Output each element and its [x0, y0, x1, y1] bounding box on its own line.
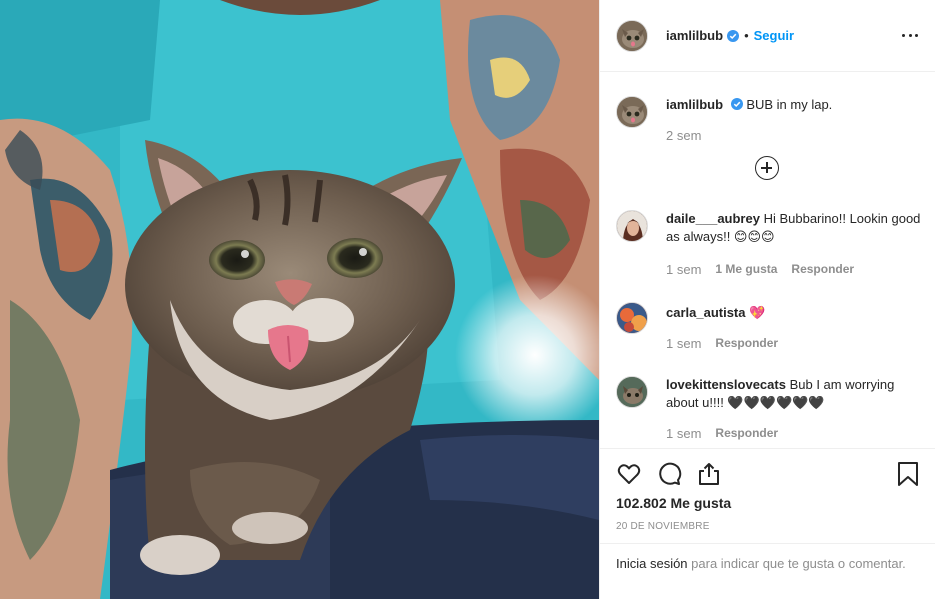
more-dot — [915, 33, 918, 37]
avatar[interactable] — [616, 19, 648, 52]
post-header: iamlilbub • Seguir — [600, 0, 935, 72]
author-username[interactable]: iamlilbub — [666, 28, 723, 43]
comment-text: 💖 — [749, 305, 766, 320]
caption-body: iamlilbub BUB in my lap. — [666, 96, 922, 114]
load-more-comments-button[interactable] — [755, 156, 779, 180]
login-prompt: Inicia sesión para indicar que te gusta … — [600, 543, 935, 599]
likes-count[interactable]: 102.802 Me gusta — [616, 495, 731, 511]
author-avatar-image — [617, 20, 647, 51]
caption-username[interactable]: iamlilbub — [666, 97, 723, 112]
bookmark-icon[interactable] — [896, 461, 920, 487]
commenter-avatar-image — [617, 377, 647, 407]
comment-item: lovekittenslovecats Bub I am worrying ab… — [616, 376, 922, 441]
author-avatar-image — [617, 97, 647, 127]
verified-badge-icon — [727, 29, 740, 42]
heart-icon[interactable] — [616, 461, 642, 487]
avatar[interactable] — [616, 210, 648, 242]
reply-button[interactable]: Responder — [715, 336, 778, 351]
comments-section[interactable]: iamlilbub BUB in my lap. 2 sem daile___a… — [600, 72, 935, 448]
avatar[interactable] — [616, 96, 648, 128]
comment-meta: 1 sem 1 Me gusta Responder — [666, 262, 922, 277]
avatar[interactable] — [616, 302, 648, 334]
caption-comment: iamlilbub BUB in my lap. 2 sem — [616, 96, 922, 143]
comment-body: lovekittenslovecats Bub I am worrying ab… — [666, 376, 922, 412]
more-dot — [908, 33, 912, 37]
follow-button[interactable]: Seguir — [754, 28, 794, 43]
caption-meta: 2 sem — [666, 128, 922, 143]
comment-likes-link[interactable]: 1 Me gusta — [715, 262, 777, 277]
caption-time[interactable]: 2 sem — [666, 128, 701, 143]
post-date[interactable]: 20 DE NOVIEMBRE — [616, 521, 710, 532]
comment-time[interactable]: 1 sem — [666, 426, 701, 441]
comment-username[interactable]: daile___aubrey — [666, 211, 760, 226]
comment-time[interactable]: 1 sem — [666, 262, 701, 277]
verified-badge-icon — [730, 98, 743, 110]
comment-item: carla_autista 💖 1 sem Responder — [616, 302, 922, 351]
caption-text: BUB in my lap. — [746, 97, 833, 112]
comment-time[interactable]: 1 sem — [666, 336, 701, 351]
post-photo[interactable] — [0, 0, 599, 599]
reply-button[interactable]: Responder — [715, 426, 778, 441]
avatar[interactable] — [616, 376, 648, 408]
login-link[interactable]: Inicia sesión — [616, 556, 688, 571]
comment-icon[interactable] — [656, 461, 682, 487]
separator-dot: • — [744, 28, 749, 43]
comment-item: daile___aubrey Hi Bubbarino!! Lookin goo… — [616, 210, 922, 277]
comment-body: carla_autista 💖 — [666, 302, 922, 322]
comment-meta: 1 sem Responder — [666, 336, 922, 351]
post-side-panel: iamlilbub • Seguir iamlilbub BUB in my l… — [599, 0, 935, 599]
share-icon[interactable] — [696, 461, 722, 487]
commenter-avatar-image — [617, 303, 647, 333]
action-icons — [616, 461, 722, 487]
comment-username[interactable]: lovekittenslovecats — [666, 377, 786, 392]
commenter-avatar-image — [617, 211, 647, 241]
more-options-icon[interactable] — [902, 27, 918, 43]
post-actions: 102.802 Me gusta 20 DE NOVIEMBRE — [600, 448, 935, 543]
comment-meta: 1 sem Responder — [666, 426, 922, 441]
comment-body: daile___aubrey Hi Bubbarino!! Lookin goo… — [666, 210, 922, 246]
login-prompt-text: para indicar que te gusta o comentar. — [687, 556, 906, 571]
comment-username[interactable]: carla_autista — [666, 305, 746, 320]
more-dot — [902, 33, 905, 37]
reply-button[interactable]: Responder — [791, 262, 854, 277]
cat-photo-illustration — [0, 0, 599, 599]
